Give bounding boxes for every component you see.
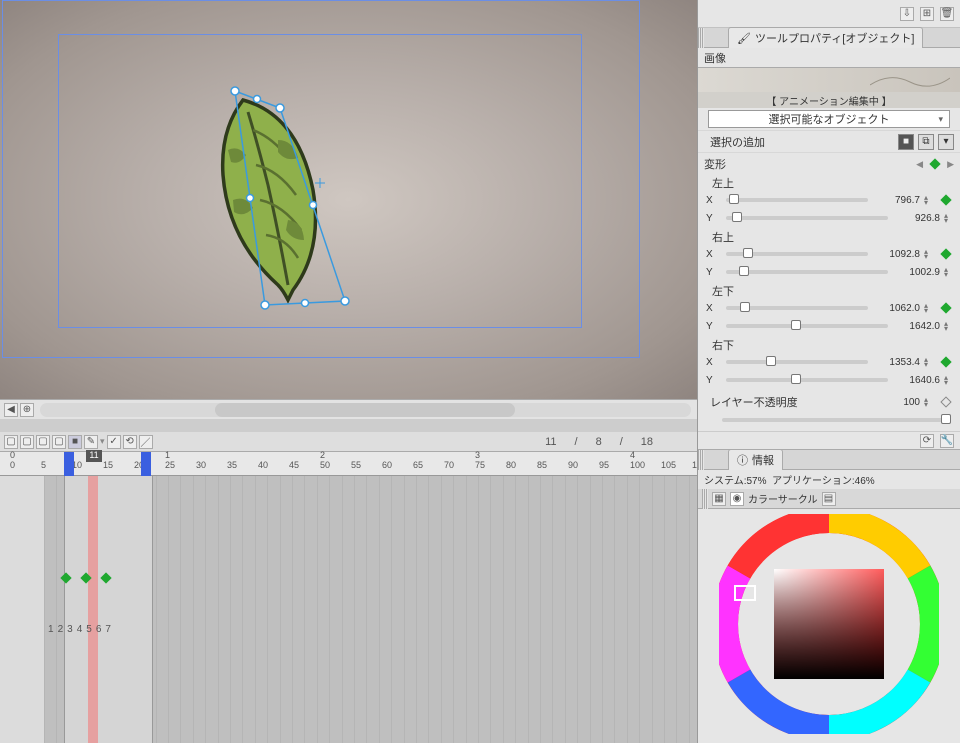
clip-end-marker[interactable]: [141, 452, 151, 476]
tr-x-value[interactable]: 1092.8: [876, 249, 920, 260]
tr-y-value[interactable]: 1002.9: [896, 267, 940, 278]
br-x-slider[interactable]: [726, 360, 868, 364]
top-right-label: 右上: [704, 229, 954, 245]
color-drag-handle[interactable]: [702, 489, 708, 509]
top-left-label: 左上: [704, 175, 954, 191]
clip-start-marker[interactable]: [64, 452, 74, 476]
timeline-ruler[interactable]: 0510152025303540455055606570758085909510…: [0, 452, 697, 476]
dock-out-icon[interactable]: ⊞: [920, 7, 934, 21]
dock-in-icon[interactable]: ⇩: [900, 7, 914, 21]
br-y-slider[interactable]: [726, 378, 888, 382]
tl-btn-2[interactable]: ▢: [20, 435, 34, 449]
tl-loop-icon[interactable]: ⟲: [123, 435, 137, 449]
br-y-value[interactable]: 1640.6: [896, 375, 940, 386]
tr-x-slider[interactable]: [726, 252, 868, 256]
timeline-toolbar: ▢ ▢ ▢ ▢ ■ ✎ ▾ ✓ ⟲ ／ 11 / 8 / 18: [0, 432, 697, 452]
reset-icon[interactable]: ⟳: [920, 434, 934, 448]
cel-numbers: 1234567: [48, 624, 111, 635]
tl-edit-icon[interactable]: ／: [139, 435, 153, 449]
br-x-value[interactable]: 1353.4: [876, 357, 920, 368]
opacity-keyframe-empty[interactable]: [940, 396, 951, 407]
tr-keyframe[interactable]: [940, 248, 951, 259]
transform-keyframe-icon[interactable]: [929, 158, 940, 169]
selectable-object-dropdown[interactable]: 選択可能なオブジェクト: [708, 110, 950, 128]
leaf-artwork[interactable]: [198, 90, 368, 310]
bottom-right-label: 右下: [704, 337, 954, 353]
tl-x-slider[interactable]: [726, 198, 868, 202]
playhead-label: 11: [86, 450, 102, 462]
color-circle-label: カラーサークル: [748, 491, 818, 506]
tl-y-slider[interactable]: [726, 216, 888, 220]
tr-y-slider[interactable]: [726, 270, 888, 274]
current-frame: 11: [545, 436, 556, 448]
tl-y-value[interactable]: 926.8: [896, 213, 940, 224]
brush-icon: 🖌: [737, 32, 751, 45]
sel-mode-sub-icon[interactable]: ▾: [938, 134, 954, 150]
zoom-reset-icon[interactable]: ⊕: [20, 403, 34, 417]
tl-sep: ▾: [100, 436, 105, 447]
info-tab[interactable]: ⓘ 情報: [728, 449, 783, 470]
bl-x-value[interactable]: 1062.0: [876, 303, 920, 314]
opacity-slider[interactable]: [722, 418, 950, 422]
bl-x-slider[interactable]: [726, 306, 868, 310]
sel-mode-new-icon[interactable]: ■: [898, 134, 914, 150]
tl-keyframe[interactable]: [940, 194, 951, 205]
track-header-col: [0, 476, 44, 743]
transform-section-label: 変形: [704, 156, 912, 172]
panel-top-icons: ⇩ ⊞ 🗑: [698, 0, 960, 28]
tl-btn-1[interactable]: ▢: [4, 435, 18, 449]
playhead[interactable]: [88, 476, 98, 743]
preview-strip: [698, 68, 960, 92]
color-circle-tab-active[interactable]: ◉: [730, 492, 744, 506]
canvas-horizontal-scrollbar[interactable]: ◀ ⊕: [0, 399, 697, 419]
wave-preview-icon: [870, 70, 950, 90]
bottom-left-label: 左下: [704, 283, 954, 299]
spin-icon[interactable]: ▴▾: [924, 195, 934, 205]
trash-icon[interactable]: 🗑: [940, 7, 954, 21]
tl-x-value[interactable]: 796.7: [876, 195, 920, 206]
tl-btn-3[interactable]: ▢: [36, 435, 50, 449]
bl-y-slider[interactable]: [726, 324, 888, 328]
page-frame: 8: [596, 436, 602, 448]
info-drag-handle[interactable]: [698, 450, 704, 470]
selection-add-label: 選択の追加: [704, 134, 894, 150]
color-circle-picker[interactable]: [698, 509, 960, 739]
bl-y-value[interactable]: 1642.0: [896, 321, 940, 332]
active-range: [64, 476, 152, 743]
panel-drag-handle[interactable]: [698, 28, 704, 48]
sel-mode-add-icon[interactable]: ⧉: [918, 134, 934, 150]
scroll-left-icon[interactable]: ◀: [4, 403, 18, 417]
layer-opacity-label: レイヤー不透明度: [704, 394, 872, 410]
tl-check-icon[interactable]: ✓: [107, 435, 121, 449]
total-frame: 18: [641, 436, 653, 448]
bl-keyframe[interactable]: [940, 302, 951, 313]
canvas-viewport[interactable]: [0, 0, 697, 399]
memory-info-line: システム:57% アプリケーション:46%: [698, 470, 960, 489]
wrench-icon[interactable]: 🔧: [940, 434, 954, 448]
tool-property-tab[interactable]: 🖌 ツールプロパティ[オブジェクト]: [728, 27, 923, 48]
color-slider-icon[interactable]: ▤: [822, 492, 836, 506]
tl-btn-4[interactable]: ▢: [52, 435, 66, 449]
color-set-icon[interactable]: ▦: [712, 492, 726, 506]
tl-btn-active[interactable]: ■: [68, 435, 82, 449]
tl-pencil-icon[interactable]: ✎: [84, 435, 98, 449]
scrollbar-thumb[interactable]: [215, 403, 515, 417]
info-icon: ⓘ: [737, 452, 748, 468]
opacity-value[interactable]: 100: [876, 397, 920, 408]
image-section-label: 画像: [704, 50, 726, 66]
br-keyframe[interactable]: [940, 356, 951, 367]
timeline-panel: ▢ ▢ ▢ ▢ ■ ✎ ▾ ✓ ⟲ ／ 11 / 8 / 18 05101520…: [0, 432, 697, 743]
animation-editing-banner: 【 アニメーション編集中 】: [698, 92, 960, 108]
timeline-tracks[interactable]: 1234567: [0, 476, 697, 743]
prev-key-icon[interactable]: ◀: [916, 159, 923, 170]
next-key-icon[interactable]: ▶: [947, 159, 954, 170]
scrollbar-track[interactable]: [40, 403, 691, 417]
